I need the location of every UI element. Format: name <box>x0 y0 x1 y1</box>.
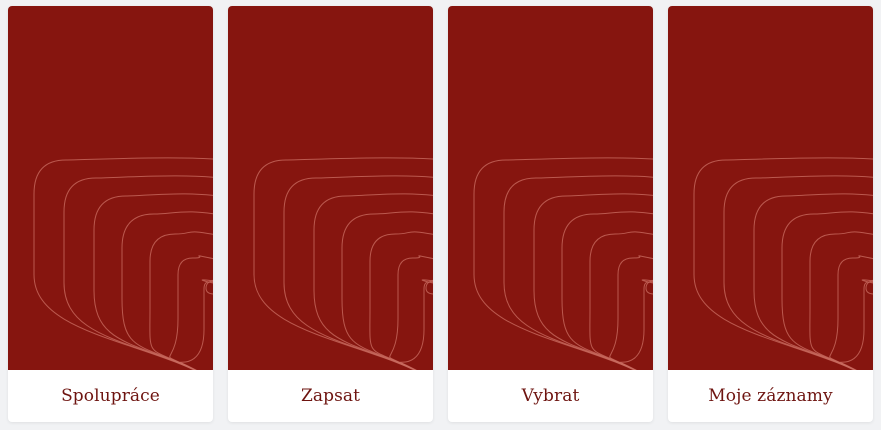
card-label: Spolupráce <box>61 386 160 406</box>
contour-pattern <box>668 6 873 370</box>
card-vybrat[interactable]: Vybrat <box>448 6 653 422</box>
card-artwork <box>668 6 873 370</box>
card-art-background <box>228 6 433 370</box>
card-art-background <box>8 6 213 370</box>
contour-pattern <box>8 6 213 370</box>
card-art-background <box>668 6 873 370</box>
card-label: Zapsat <box>300 386 361 406</box>
card-art-background <box>448 6 653 370</box>
card-moje-zaznamy[interactable]: Moje záznamy <box>668 6 873 422</box>
card-zapsat[interactable]: Zapsat <box>228 6 433 422</box>
card-grid: Spolupráce Zapsat Vybrat Moje záznamy <box>8 6 873 422</box>
card-spoluprace[interactable]: Spolupráce <box>8 6 213 422</box>
card-label: Vybrat <box>521 386 580 406</box>
contour-pattern <box>448 6 653 370</box>
contour-pattern <box>228 6 433 370</box>
card-artwork <box>448 6 653 370</box>
card-artwork <box>8 6 213 370</box>
card-label: Moje záznamy <box>708 386 833 406</box>
card-artwork <box>228 6 433 370</box>
